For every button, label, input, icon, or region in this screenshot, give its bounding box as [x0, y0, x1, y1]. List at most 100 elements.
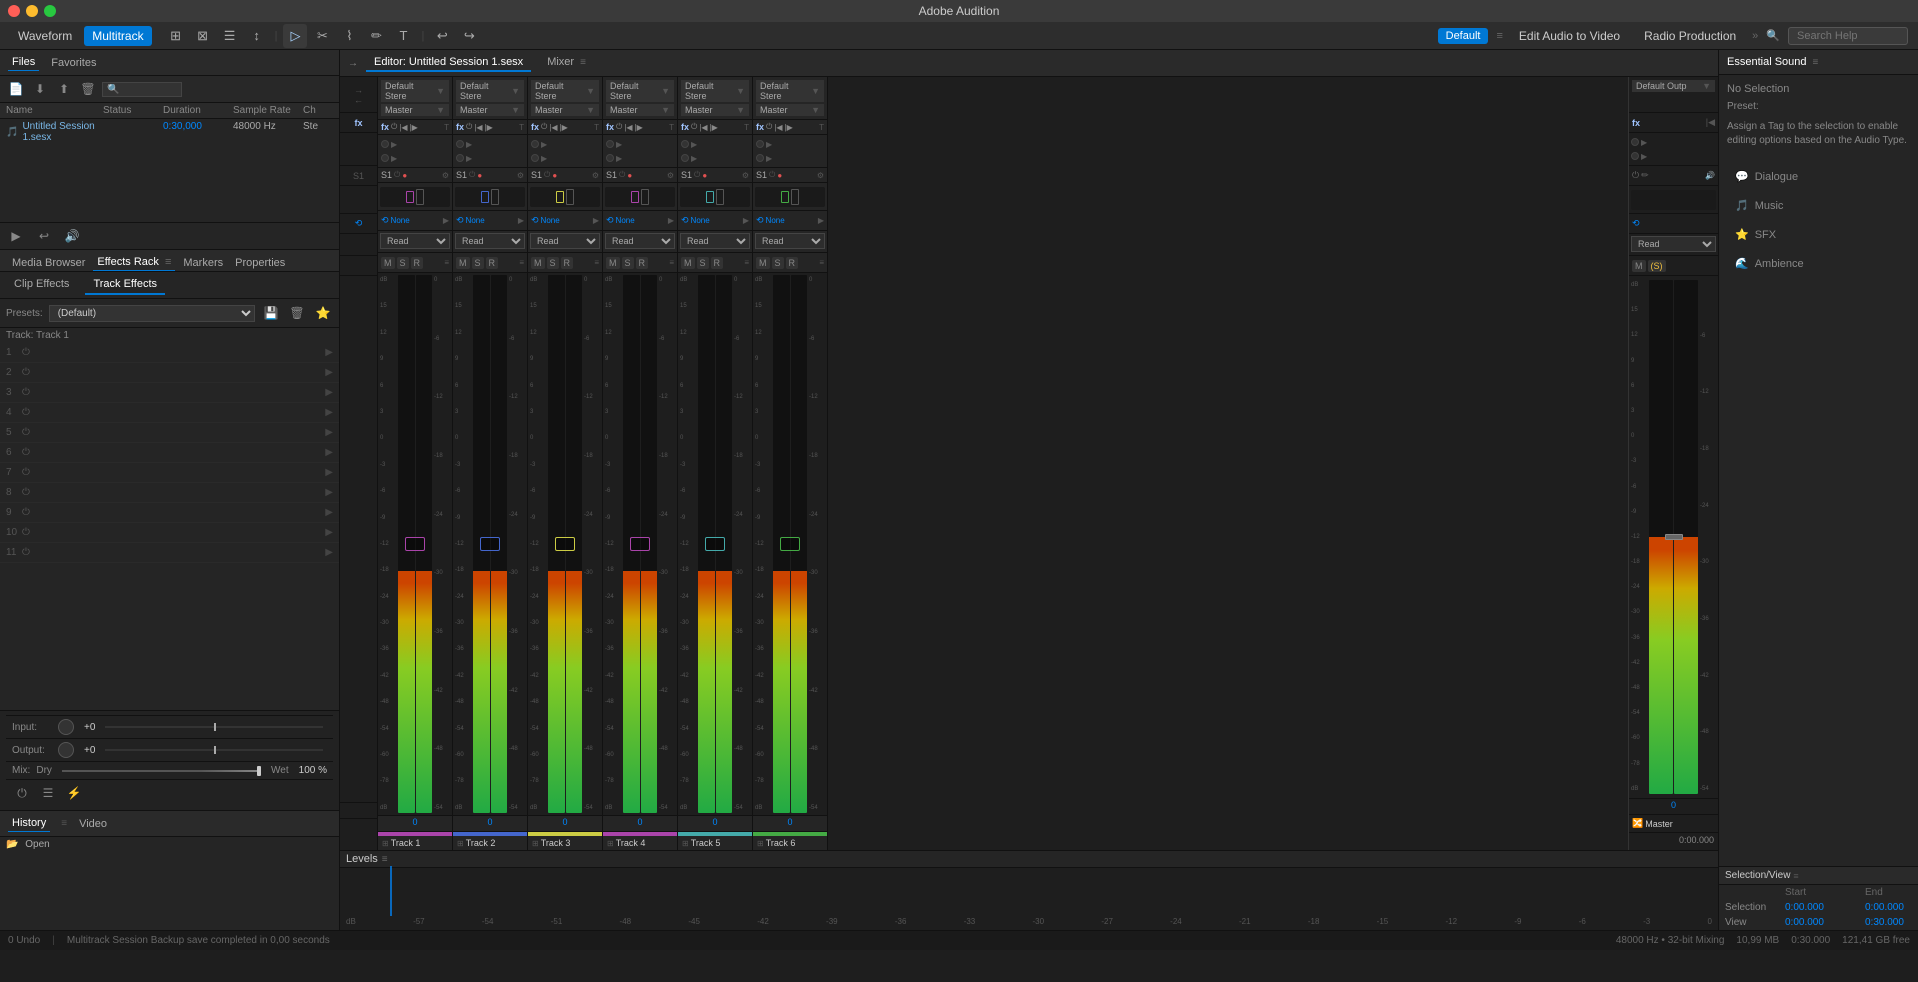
strip-power-6[interactable]: ⏻ [769, 170, 775, 180]
power-icon-6[interactable]: ⏻ [22, 447, 30, 458]
workspace-label[interactable]: Default [1438, 28, 1489, 44]
text-tool[interactable]: T [391, 24, 415, 48]
input-box-5[interactable]: Default Stere▼ [681, 80, 749, 102]
fade-tool[interactable]: ⌇ [337, 24, 361, 48]
input-knob[interactable] [58, 719, 74, 735]
tab-files[interactable]: Files [8, 54, 39, 71]
fader-handle-6[interactable] [780, 537, 800, 551]
strip-power-1[interactable]: ⏻ [394, 170, 400, 180]
output-box-1[interactable]: Master▼ [381, 104, 449, 116]
effect-slot-5[interactable]: 5 ⏻ ▶ [0, 423, 339, 443]
tab-track-effects[interactable]: Track Effects [85, 275, 165, 295]
fader-handle-4[interactable] [630, 537, 650, 551]
input-box-3[interactable]: Default Stere▼ [531, 80, 599, 102]
power-icon-3[interactable]: ⏻ [22, 387, 30, 398]
m-btn-3[interactable]: M [531, 257, 545, 269]
strip-rec-2[interactable]: ● [477, 171, 482, 180]
tab-media-browser[interactable]: Media Browser [8, 255, 89, 271]
audio-type-dialogue[interactable]: 💬 Dialogue [1727, 164, 1910, 189]
effect-slot-8[interactable]: 8 ⏻ ▶ [0, 483, 339, 503]
r-btn-5[interactable]: R [711, 257, 724, 269]
input-box-6[interactable]: Default Stere▼ [756, 80, 824, 102]
r-btn-1[interactable]: R [411, 257, 424, 269]
strip-name-label-3[interactable]: ⊞ Track 3 [528, 836, 602, 850]
power-icon-7[interactable]: ⏻ [22, 467, 30, 478]
strip-eq-1[interactable] [378, 183, 452, 211]
redo-btn[interactable]: ↪ [457, 24, 481, 48]
audio-type-ambience[interactable]: 🌊 Ambience [1727, 251, 1910, 276]
effect-slot-2[interactable]: 2 ⏻ ▶ [0, 363, 339, 383]
radio-production[interactable]: Radio Production [1636, 26, 1744, 46]
m-btn-6[interactable]: M [756, 257, 770, 269]
strip-settings-5[interactable]: ⚙ [742, 171, 749, 180]
power-icon-2[interactable]: ⏻ [22, 367, 30, 378]
m-btn-2[interactable]: M [456, 257, 470, 269]
draw-tool[interactable]: ✏ [364, 24, 388, 48]
output-knob[interactable] [58, 742, 74, 758]
maximize-button[interactable] [44, 5, 56, 17]
s-btn-2[interactable]: S [472, 257, 484, 269]
tab-markers[interactable]: Markers [179, 255, 227, 271]
fader-handle-1[interactable] [405, 537, 425, 551]
power-icon-10[interactable]: ⏻ [22, 527, 30, 538]
strip-rec-3[interactable]: ● [552, 171, 557, 180]
power-icon-5[interactable]: ⏻ [22, 427, 30, 438]
power-icon-11[interactable]: ⏻ [22, 547, 30, 558]
tab-mixer[interactable]: Mixer ≡ [539, 54, 594, 72]
search-input[interactable] [1788, 27, 1908, 45]
effect-slot-3[interactable]: 3 ⏻ ▶ [0, 383, 339, 403]
edit-audio-video[interactable]: Edit Audio to Video [1511, 26, 1628, 46]
auto-select-5[interactable]: Read [680, 233, 750, 249]
minimize-button[interactable] [26, 5, 38, 17]
power-icon-4[interactable]: ⏻ [22, 407, 30, 418]
output-box-6[interactable]: Master▼ [756, 104, 824, 116]
toolbar-btn-4[interactable]: ↕ [245, 24, 269, 48]
file-search[interactable] [102, 82, 182, 97]
strip-rec-1[interactable]: ● [402, 171, 407, 180]
m-btn-5[interactable]: M [681, 257, 695, 269]
strip-settings-6[interactable]: ⚙ [817, 171, 824, 180]
strip-settings-3[interactable]: ⚙ [592, 171, 599, 180]
auto-select-6[interactable]: Read [755, 233, 825, 249]
strip-eq-3[interactable] [528, 183, 602, 211]
strip-rec-5[interactable]: ● [702, 171, 707, 180]
close-button[interactable] [8, 5, 20, 17]
strip-power-5[interactable]: ⏻ [694, 170, 700, 180]
strip-eq-5[interactable] [678, 183, 752, 211]
master-fader-handle[interactable] [1665, 534, 1683, 540]
power-icon-1[interactable]: ⏻ [22, 347, 30, 358]
save-preset-btn[interactable]: 💾 [261, 303, 281, 323]
auto-select-4[interactable]: Read [605, 233, 675, 249]
m-btn-4[interactable]: M [606, 257, 620, 269]
strip-settings-1[interactable]: ⚙ [442, 171, 449, 180]
tab-favorites[interactable]: Favorites [47, 55, 100, 71]
tab-video[interactable]: Video [75, 816, 111, 832]
play-btn[interactable]: ▶ [6, 226, 26, 246]
volume-btn[interactable]: 🔊 [62, 226, 82, 246]
strip-eq-2[interactable] [453, 183, 527, 211]
r-btn-3[interactable]: R [561, 257, 574, 269]
strip-eq-6[interactable] [753, 183, 827, 211]
strip-name-label-6[interactable]: ⊞ Track 6 [753, 836, 827, 850]
strip-name-label-4[interactable]: ⊞ Track 4 [603, 836, 677, 850]
output-box-3[interactable]: Master▼ [531, 104, 599, 116]
auto-select-3[interactable]: Read [530, 233, 600, 249]
output-box-2[interactable]: Master▼ [456, 104, 524, 116]
fader-handle-2[interactable] [480, 537, 500, 551]
strip-power-2[interactable]: ⏻ [469, 170, 475, 180]
toolbar-btn-3[interactable]: ☰ [218, 24, 242, 48]
auto-select-2[interactable]: Read [455, 233, 525, 249]
plus-btn[interactable]: ⚡ [64, 783, 84, 803]
input-box-2[interactable]: Default Stere▼ [456, 80, 524, 102]
settings-btn[interactable]: ☰ [38, 783, 58, 803]
input-box-1[interactable]: Default Stere▼ [381, 80, 449, 102]
file-item[interactable]: 🎵 Untitled Session 1.sesx 0:30,000 48000… [0, 119, 339, 145]
r-btn-2[interactable]: R [486, 257, 499, 269]
tab-clip-effects[interactable]: Clip Effects [6, 275, 77, 295]
s-btn-6[interactable]: S [772, 257, 784, 269]
loop-btn[interactable]: ↩ [34, 226, 54, 246]
input-box-4[interactable]: Default Stere▼ [606, 80, 674, 102]
history-item-open[interactable]: 📂 Open [0, 837, 339, 852]
master-auto-select[interactable]: Read [1631, 236, 1716, 252]
fader-handle-5[interactable] [705, 537, 725, 551]
